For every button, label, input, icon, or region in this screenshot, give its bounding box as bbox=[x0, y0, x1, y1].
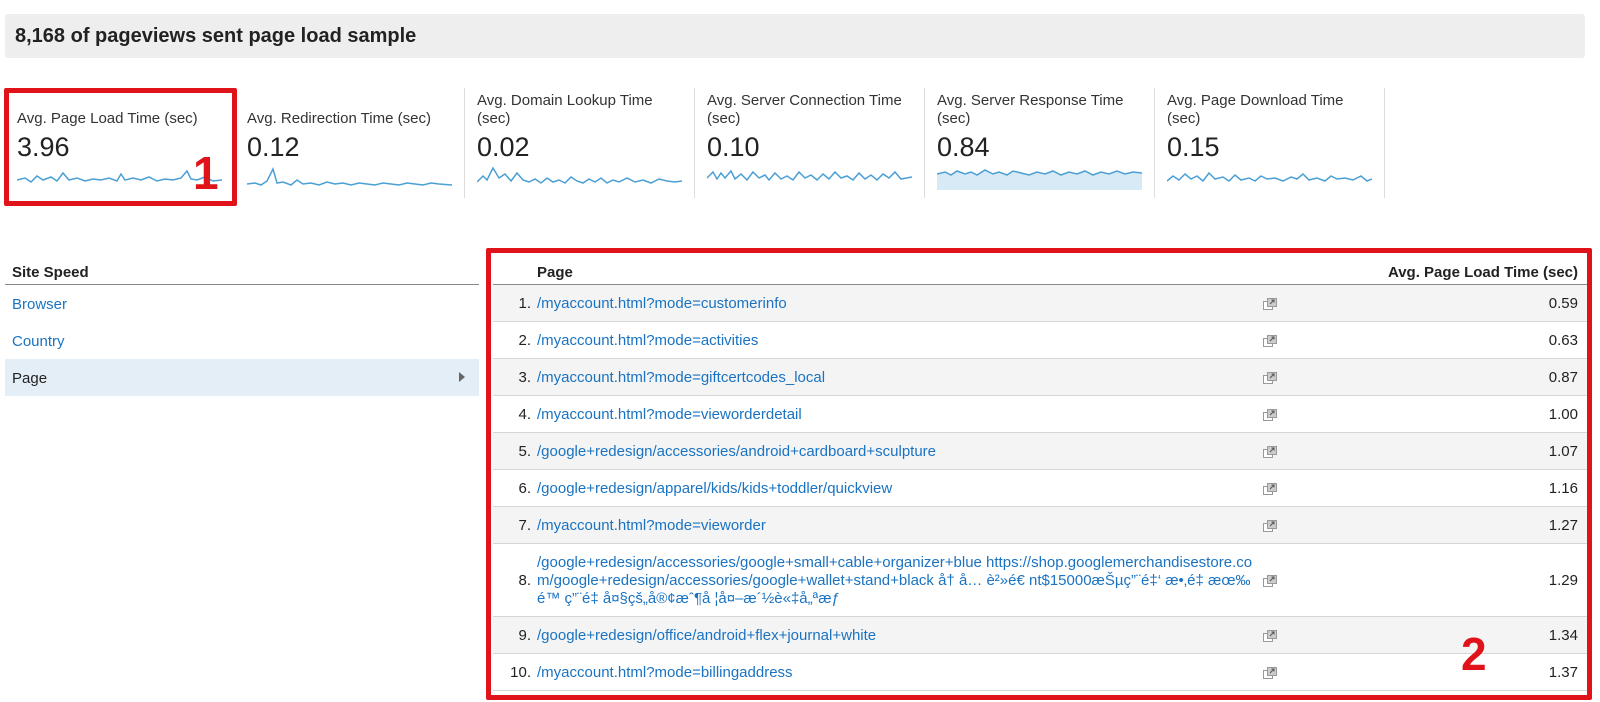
metric-value: 0.84 bbox=[937, 132, 990, 162]
metric-label: Avg. Page Download Time (sec) bbox=[1167, 92, 1344, 127]
metric-server-connection-time[interactable]: Avg. Server Connection Time (sec) 0.10 bbox=[695, 88, 925, 198]
sparkline-chart bbox=[707, 169, 912, 182]
caret-right-icon bbox=[459, 372, 465, 382]
dimension-panel: Site Speed Browser Country Page bbox=[5, 255, 479, 396]
metric-value: 0.10 bbox=[707, 132, 760, 162]
dimension-item-country[interactable]: Country bbox=[5, 322, 479, 359]
metric-label: Avg. Domain Lookup Time (sec) bbox=[477, 92, 653, 127]
annotation-number-1: 1 bbox=[193, 147, 219, 199]
metric-redirection-time[interactable]: Avg. Redirection Time (sec) 0.12 bbox=[235, 88, 465, 198]
dimension-header: Site Speed bbox=[5, 255, 479, 285]
sparkline-chart bbox=[477, 166, 682, 184]
metric-value: 0.12 bbox=[247, 132, 300, 162]
annotation-number-2: 2 bbox=[1461, 628, 1487, 680]
sparkline-chart bbox=[1167, 171, 1372, 183]
dimension-item-page[interactable]: Page bbox=[5, 359, 479, 396]
metric-label: Avg. Server Connection Time (sec) bbox=[707, 92, 902, 127]
metric-label: Avg. Server Response Time (sec) bbox=[937, 92, 1124, 127]
metric-server-response-time[interactable]: Avg. Server Response Time (sec) 0.84 bbox=[925, 88, 1155, 198]
dimension-item-label: Page bbox=[12, 370, 48, 387]
metric-page-download-time[interactable]: Avg. Page Download Time (sec) 0.15 bbox=[1155, 88, 1385, 198]
sample-banner: 8,168 of pageviews sent page load sample bbox=[5, 14, 1585, 58]
sample-banner-text: 8,168 of pageviews sent page load sample bbox=[15, 25, 417, 47]
sparkline-chart bbox=[937, 169, 1142, 190]
metric-domain-lookup-time[interactable]: Avg. Domain Lookup Time (sec) 0.02 bbox=[465, 88, 695, 198]
highlight-box-2 bbox=[486, 248, 1592, 700]
metric-value: 0.02 bbox=[477, 132, 530, 162]
dimension-item-browser[interactable]: Browser bbox=[5, 285, 479, 322]
metric-divider bbox=[1384, 88, 1385, 198]
metric-value: 0.15 bbox=[1167, 132, 1220, 162]
metric-label: Avg. Redirection Time (sec) bbox=[247, 110, 431, 127]
sparkline-chart bbox=[247, 166, 452, 186]
